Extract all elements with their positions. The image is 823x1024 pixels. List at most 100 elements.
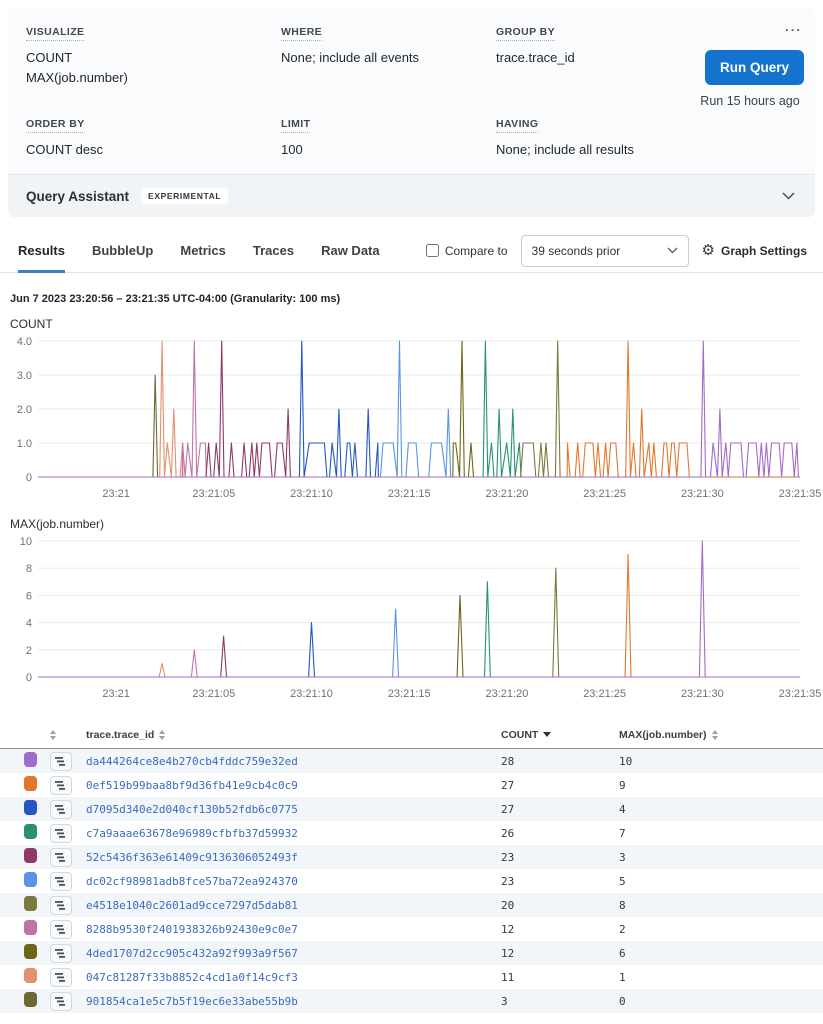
trace-id-link[interactable]: 52c5436f363e61409c9136306052493f xyxy=(86,851,298,864)
view-trace-button[interactable] xyxy=(50,992,72,1011)
table-row[interactable]: e4518e1040c2601ad9cce7297d5dab81 20 8 xyxy=(0,893,823,917)
count-chart-title: COUNT xyxy=(10,317,823,331)
table-row[interactable]: 52c5436f363e61409c9136306052493f 23 3 xyxy=(0,845,823,869)
gear-icon: ⚙ xyxy=(702,243,715,258)
count-column-header[interactable]: COUNT xyxy=(501,729,619,741)
trace-id-link[interactable]: 4ded1707d2cc905c432a92f993a9f567 xyxy=(86,947,298,960)
clause-order-by[interactable]: ORDER BY COUNT desc xyxy=(26,114,281,160)
view-trace-button[interactable] xyxy=(50,848,72,867)
max-cell: 6 xyxy=(619,947,807,960)
order-by-value[interactable]: COUNT desc xyxy=(26,140,281,160)
compare-to-control[interactable]: Compare to xyxy=(426,244,508,258)
count-cell: 23 xyxy=(501,875,619,888)
tabs: Results BubbleUp Metrics Traces Raw Data xyxy=(18,229,407,273)
trace-id-link[interactable]: dc02cf98981adb8fce57ba72ea924370 xyxy=(86,875,298,888)
having-value[interactable]: None; include all results xyxy=(496,140,696,160)
max-cell: 9 xyxy=(619,779,807,792)
table-row[interactable]: 8288b9530f2401938326b92430e9c0e7 12 2 xyxy=(0,917,823,941)
view-trace-button[interactable] xyxy=(50,824,72,843)
trace-id-link[interactable]: 047c81287f33b8852c4cd1a0f14c9cf3 xyxy=(86,971,298,984)
limit-value[interactable]: 100 xyxy=(281,140,496,160)
table-row[interactable]: 0ef519b99baa8bf9d36fb41e9cb4c0c9 27 9 xyxy=(0,773,823,797)
trace-id-link[interactable]: 901854ca1e5c7b5f19ec6e33abe55b9b xyxy=(86,995,298,1008)
count-line-chart[interactable]: 4.03.02.01.0023:2123:21:0523:21:1023:21:… xyxy=(0,333,823,505)
max-cell: 7 xyxy=(619,827,807,840)
clause-where[interactable]: WHERE None; include all events xyxy=(281,22,496,88)
table-row[interactable]: da444264ce8e4b270cb4fddc759e32ed 28 10 xyxy=(0,749,823,773)
run-query-button[interactable]: Run Query xyxy=(705,50,804,85)
visualize-value-count[interactable]: COUNT xyxy=(26,48,281,68)
experimental-badge: EXPERIMENTAL xyxy=(141,188,228,204)
clause-group-by[interactable]: GROUP BY trace.trace_id xyxy=(496,22,696,88)
svg-text:23:21: 23:21 xyxy=(102,488,130,500)
sort-icon xyxy=(712,730,718,740)
trace-id-column-header[interactable]: trace.trace_id xyxy=(86,729,501,741)
clause-having[interactable]: HAVING None; include all results xyxy=(496,114,696,160)
row-sort-header[interactable] xyxy=(50,730,86,740)
count-cell: 23 xyxy=(501,851,619,864)
trace-id-link[interactable]: e4518e1040c2601ad9cce7297d5dab81 xyxy=(86,899,298,912)
tab-results[interactable]: Results xyxy=(18,229,65,273)
trace-id-link[interactable]: da444264ce8e4b270cb4fddc759e32ed xyxy=(86,755,298,768)
svg-text:23:21:15: 23:21:15 xyxy=(388,688,431,700)
svg-text:23:21:30: 23:21:30 xyxy=(681,488,724,500)
visualize-value-max[interactable]: MAX(job.number) xyxy=(26,68,281,88)
series-color-swatch xyxy=(24,776,37,791)
count-cell: 20 xyxy=(501,899,619,912)
series-color-swatch xyxy=(24,920,37,935)
panel-menu-icon[interactable]: ... xyxy=(783,22,804,32)
query-assistant-bar[interactable]: Query Assistant EXPERIMENTAL xyxy=(8,174,815,217)
trace-waterfall-icon xyxy=(55,804,67,815)
trace-waterfall-icon xyxy=(55,828,67,839)
view-trace-button[interactable] xyxy=(50,776,72,795)
svg-text:23:21:35: 23:21:35 xyxy=(779,688,822,700)
compare-period-dropdown[interactable]: 39 seconds prior xyxy=(521,235,689,267)
trace-id-link[interactable]: c7a9aaae63678e96989cfbfb37d59932 xyxy=(86,827,298,840)
trace-waterfall-icon xyxy=(55,852,67,863)
trace-id-link[interactable]: d7095d340e2d040cf130b52fdb6c0775 xyxy=(86,803,298,816)
clause-limit[interactable]: LIMIT 100 xyxy=(281,114,496,160)
sort-icon xyxy=(50,730,56,740)
view-trace-button[interactable] xyxy=(50,872,72,891)
table-row[interactable]: 4ded1707d2cc905c432a92f993a9f567 12 6 xyxy=(0,941,823,965)
chevron-down-icon[interactable] xyxy=(782,187,795,205)
table-row[interactable]: 047c81287f33b8852c4cd1a0f14c9cf3 11 1 xyxy=(0,965,823,989)
count-cell: 28 xyxy=(501,755,619,768)
trace-waterfall-icon xyxy=(55,948,67,959)
tab-metrics[interactable]: Metrics xyxy=(180,229,226,273)
view-trace-button[interactable] xyxy=(50,896,72,915)
where-value[interactable]: None; include all events xyxy=(281,48,496,68)
max-cell: 10 xyxy=(619,755,807,768)
series-color-swatch xyxy=(24,752,37,767)
table-row[interactable]: 901854ca1e5c7b5f19ec6e33abe55b9b 3 0 xyxy=(0,989,823,1013)
series-color-swatch xyxy=(24,872,37,887)
series-color-swatch xyxy=(24,992,37,1007)
tab-bubbleup[interactable]: BubbleUp xyxy=(92,229,153,273)
tab-traces[interactable]: Traces xyxy=(253,229,294,273)
view-trace-button[interactable] xyxy=(50,944,72,963)
max-column-header[interactable]: MAX(job.number) xyxy=(619,729,807,741)
svg-text:23:21:20: 23:21:20 xyxy=(486,488,529,500)
svg-text:6: 6 xyxy=(26,591,32,603)
view-trace-button[interactable] xyxy=(50,800,72,819)
trace-id-link[interactable]: 8288b9530f2401938326b92430e9c0e7 xyxy=(86,923,298,936)
series-color-swatch xyxy=(24,968,37,983)
trace-id-link[interactable]: 0ef519b99baa8bf9d36fb41e9cb4c0c9 xyxy=(86,779,298,792)
max-line-chart[interactable]: 108642023:2123:21:0523:21:1023:21:1523:2… xyxy=(0,533,823,705)
view-trace-button[interactable] xyxy=(50,920,72,939)
compare-to-checkbox[interactable] xyxy=(426,244,439,257)
count-cell: 27 xyxy=(501,803,619,816)
view-trace-button[interactable] xyxy=(50,752,72,771)
svg-text:23:21:25: 23:21:25 xyxy=(583,688,626,700)
table-row[interactable]: c7a9aaae63678e96989cfbfb37d59932 26 7 xyxy=(0,821,823,845)
table-row[interactable]: d7095d340e2d040cf130b52fdb6c0775 27 4 xyxy=(0,797,823,821)
view-trace-button[interactable] xyxy=(50,968,72,987)
query-builder-panel: VISUALIZE COUNT MAX(job.number) WHERE No… xyxy=(8,8,815,174)
table-row[interactable]: dc02cf98981adb8fce57ba72ea924370 23 5 xyxy=(0,869,823,893)
group-by-value[interactable]: trace.trace_id xyxy=(496,48,696,68)
graph-settings-button[interactable]: ⚙ Graph Settings xyxy=(702,243,807,258)
query-assistant-title: Query Assistant xyxy=(26,189,129,204)
clause-visualize[interactable]: VISUALIZE COUNT MAX(job.number) xyxy=(26,22,281,88)
svg-text:23:21: 23:21 xyxy=(102,688,130,700)
tab-raw-data[interactable]: Raw Data xyxy=(321,229,380,273)
